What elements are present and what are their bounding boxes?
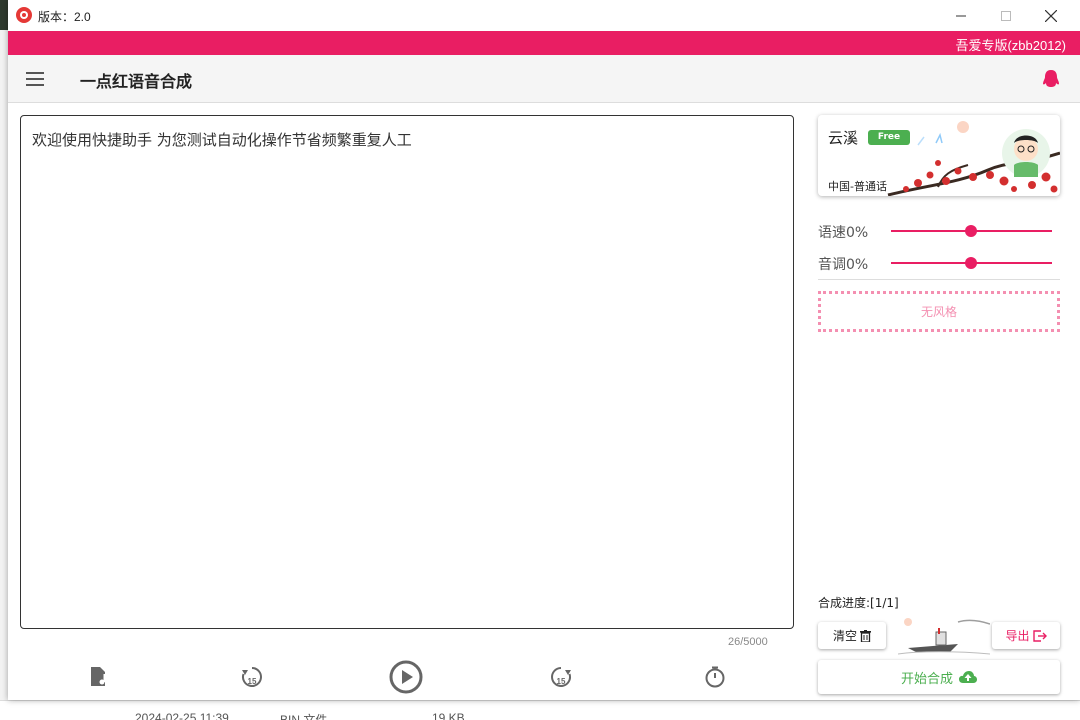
audio-file-button[interactable] (81, 660, 115, 694)
forward-15-button[interactable]: 15 (544, 660, 578, 694)
pitch-slider-thumb[interactable] (965, 257, 977, 269)
close-icon (1045, 9, 1057, 22)
file-date: 2024-02-25 11:39 (135, 711, 229, 720)
speed-label: 语速0% (818, 225, 869, 241)
svg-text:15: 15 (248, 677, 257, 686)
export-button[interactable]: 导出 (992, 622, 1060, 649)
play-icon (389, 660, 423, 694)
voice-card[interactable]: 云溪 Free 中国-普通话 (818, 115, 1060, 196)
edition-text: 吾爱专版(zbb2012) (955, 38, 1066, 53)
edition-banner: 吾爱专版(zbb2012) (8, 31, 1080, 55)
desktop-file-row: 2024-02-25 11:39 BIN 文件 19 KB (0, 700, 1080, 720)
file-type: BIN 文件 (280, 713, 328, 720)
app-header: 一点红语音合成 (8, 55, 1080, 103)
free-badge: Free (868, 130, 910, 145)
desktop-background (0, 30, 8, 720)
start-label: 开始合成 (900, 671, 953, 687)
maximize-icon (1001, 10, 1011, 21)
speed-slider-row: 语速0% (818, 219, 1060, 243)
panel-divider (818, 279, 1060, 280)
style-label: 无风格 (920, 305, 957, 319)
app-window: 版本：2.0 吾爱专版(zbb2012) 一点红语音合成 欢迎使用快捷助手 为您… (8, 0, 1080, 700)
svg-text:15: 15 (557, 677, 566, 686)
app-logo-icon (16, 7, 32, 23)
play-button[interactable] (389, 660, 423, 694)
window-title: 版本：2.0 (38, 10, 91, 24)
rewind-15-button[interactable]: 15 (235, 660, 269, 694)
character-counter: 26/5000 (728, 636, 768, 648)
pitch-label: 音调0% (818, 257, 869, 273)
clear-label: 清空 (832, 629, 857, 643)
title-bar: 版本：2.0 (8, 0, 1080, 31)
pitch-slider-row: 音调0% (818, 251, 1060, 275)
editor-text[interactable]: 欢迎使用快捷助手 为您测试自动化操作节省频繁重复人工 (32, 129, 412, 150)
timer-button[interactable] (698, 660, 732, 694)
boat-landscape-art (898, 618, 990, 655)
timer-icon (705, 666, 725, 688)
trash-icon (860, 629, 871, 642)
qq-penguin-icon[interactable] (1042, 69, 1060, 89)
voice-name: 云溪 (828, 129, 859, 147)
export-label: 导出 (1005, 629, 1030, 643)
start-synthesis-button[interactable]: 开始合成 (818, 660, 1060, 694)
synthesis-progress: 合成进度:[1/1] (818, 596, 899, 610)
rewind-15-icon: 15 (242, 667, 262, 687)
minimize-icon (956, 15, 966, 16)
close-button[interactable] (1028, 0, 1074, 31)
style-selector[interactable]: 无风格 (818, 291, 1060, 332)
voice-region: 中国-普通话 (828, 180, 887, 193)
minimize-button[interactable] (938, 0, 984, 31)
hamburger-menu-icon[interactable] (26, 72, 46, 88)
audio-file-icon (91, 667, 106, 686)
app-title: 一点红语音合成 (80, 72, 193, 91)
speed-slider-thumb[interactable] (965, 225, 977, 237)
maximize-button[interactable] (983, 0, 1029, 31)
cloud-upload-icon (959, 670, 977, 683)
forward-15-icon: 15 (551, 667, 571, 687)
clear-button[interactable]: 清空 (818, 622, 886, 649)
text-input-area[interactable]: 欢迎使用快捷助手 为您测试自动化操作节省频繁重复人工 (20, 115, 794, 629)
export-icon (1032, 629, 1047, 642)
file-size: 19 KB (432, 711, 465, 720)
